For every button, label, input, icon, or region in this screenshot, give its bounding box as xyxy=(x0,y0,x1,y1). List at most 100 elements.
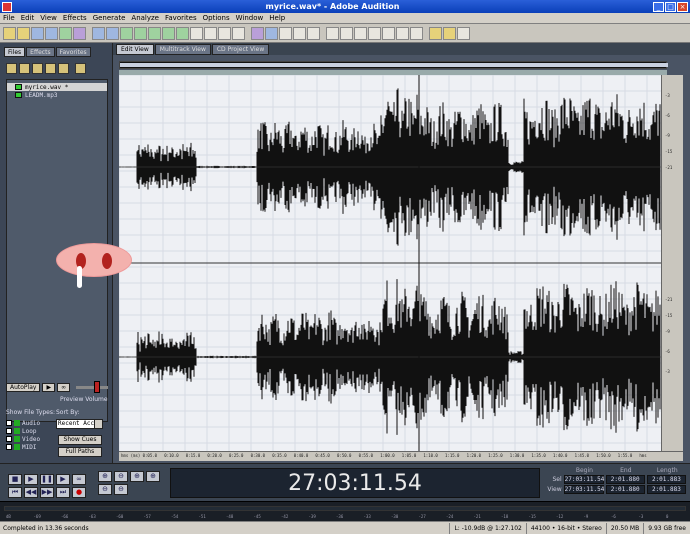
menu-generate[interactable]: Generate xyxy=(90,14,129,22)
loop-button[interactable]: ∞ xyxy=(72,474,86,485)
filetype-midi[interactable]: MIDI xyxy=(6,443,54,451)
edit-file-icon[interactable] xyxy=(32,63,43,74)
menu-effects[interactable]: Effects xyxy=(60,14,90,22)
layout-5-icon[interactable] xyxy=(382,26,395,40)
menu-window[interactable]: Window xyxy=(233,14,267,22)
options-icon[interactable] xyxy=(75,63,86,74)
trim-icon[interactable] xyxy=(190,26,203,40)
checkbox[interactable] xyxy=(6,428,12,434)
menu-analyze[interactable]: Analyze xyxy=(128,14,162,22)
overview-bar[interactable] xyxy=(119,61,668,69)
cd-icon[interactable] xyxy=(73,26,86,40)
import-icon[interactable] xyxy=(6,63,17,74)
menu-edit[interactable]: Edit xyxy=(18,14,38,22)
go-to-start-button[interactable]: ⏮ xyxy=(8,487,22,498)
layout-4-icon[interactable] xyxy=(368,26,381,40)
rewind-button[interactable]: ◀◀ xyxy=(24,487,38,498)
mix-paste-icon[interactable] xyxy=(176,26,189,40)
layout-1-icon[interactable] xyxy=(326,26,339,40)
scrub-icon[interactable] xyxy=(232,26,245,40)
checkbox[interactable] xyxy=(6,436,12,442)
list-item[interactable]: LEADM.mp3 xyxy=(7,91,107,99)
tab-cd-project-view[interactable]: CD Project View xyxy=(211,44,270,55)
sel-end-field[interactable]: 2:01.880 xyxy=(605,474,645,484)
close-button[interactable]: × xyxy=(677,1,688,12)
markers-icon[interactable] xyxy=(293,26,306,40)
tab-effects[interactable]: Effects xyxy=(26,47,55,57)
full-paths-button[interactable]: Full Paths xyxy=(58,447,102,457)
menu-favorites[interactable]: Favorites xyxy=(162,14,200,22)
tab-multitrack-view[interactable]: Multitrack View xyxy=(154,44,211,55)
sel-begin-field[interactable]: 27:03:11.54 xyxy=(563,474,604,484)
layout-3-icon[interactable] xyxy=(354,26,367,40)
info-icon[interactable] xyxy=(279,26,292,40)
open-icon[interactable] xyxy=(17,26,30,40)
view-end-field[interactable]: 2:01.880 xyxy=(605,484,645,494)
pause-button[interactable]: ❚❚ xyxy=(40,474,54,485)
overview-range[interactable] xyxy=(120,63,668,67)
loop-preview-button[interactable]: ∞ xyxy=(57,383,71,392)
multitrack-icon[interactable] xyxy=(59,26,72,40)
tab-files[interactable]: Files xyxy=(4,47,26,57)
zoom-in-vertical-icon[interactable]: ⊕ xyxy=(130,471,144,482)
redo-icon[interactable] xyxy=(106,26,119,40)
go-to-end-button[interactable]: ⏭ xyxy=(56,487,70,498)
tab-edit-view[interactable]: Edit View xyxy=(116,44,154,55)
menu-view[interactable]: View xyxy=(37,14,60,22)
zoom-out-full-icon[interactable]: ⊖ xyxy=(98,484,112,495)
minimize-button[interactable]: _ xyxy=(653,1,664,12)
list-item[interactable]: myrice.wav * xyxy=(7,83,107,91)
help-icon[interactable] xyxy=(457,26,470,40)
menu-file[interactable]: File xyxy=(0,14,18,22)
layout-7-icon[interactable] xyxy=(410,26,423,40)
filetype-loop[interactable]: Loop xyxy=(6,427,54,435)
zoom-in-selection-icon[interactable]: ⊕ xyxy=(146,471,160,482)
menu-help[interactable]: Help xyxy=(266,14,288,22)
view-begin-field[interactable]: 27:03:11.54 xyxy=(563,484,604,494)
folder-icon[interactable] xyxy=(3,26,16,40)
settings-icon[interactable] xyxy=(443,26,456,40)
filetype-video[interactable]: Video xyxy=(6,435,54,443)
view-length-field[interactable]: 2:01.883 xyxy=(646,484,686,494)
preview-volume-slider[interactable] xyxy=(76,381,108,393)
paste-new-icon[interactable] xyxy=(162,26,175,40)
slider-thumb[interactable] xyxy=(94,381,101,393)
metronome-icon[interactable] xyxy=(429,26,442,40)
spectral-icon[interactable] xyxy=(265,26,278,40)
delete-icon[interactable] xyxy=(204,26,217,40)
fast-forward-button[interactable]: ▶▶ xyxy=(40,487,54,498)
save-icon[interactable] xyxy=(31,26,44,40)
layout-2-icon[interactable] xyxy=(340,26,353,40)
play-to-end-button[interactable]: ▶ xyxy=(56,474,70,485)
record-button[interactable]: ● xyxy=(72,487,86,498)
autoplay-button[interactable]: AutoPlay xyxy=(6,383,41,392)
close-file-icon[interactable] xyxy=(19,63,30,74)
cut-icon[interactable] xyxy=(120,26,133,40)
play-button[interactable]: ▶ xyxy=(24,474,38,485)
save-all-icon[interactable] xyxy=(45,26,58,40)
select-icon[interactable] xyxy=(218,26,231,40)
maximize-button[interactable]: □ xyxy=(665,1,676,12)
copy-icon[interactable] xyxy=(134,26,147,40)
stop-button[interactable]: ■ xyxy=(8,474,22,485)
menu-options[interactable]: Options xyxy=(200,14,233,22)
layout-6-icon[interactable] xyxy=(396,26,409,40)
zoom-in-horizontal-icon[interactable]: ⊕ xyxy=(98,471,112,482)
effect-icon[interactable] xyxy=(251,26,264,40)
waveform-display[interactable] xyxy=(118,74,661,451)
show-cues-button[interactable]: Show Cues xyxy=(58,435,102,445)
zoom-out-horizontal-icon[interactable]: ⊖ xyxy=(114,471,128,482)
zoom-out-vertical-icon[interactable]: ⊖ xyxy=(114,484,128,495)
paste-icon[interactable] xyxy=(148,26,161,40)
filetype-audio[interactable]: Audio xyxy=(6,419,54,427)
insert-icon[interactable] xyxy=(45,63,56,74)
grid-icon[interactable] xyxy=(307,26,320,40)
tab-favorites[interactable]: Favorites xyxy=(55,47,91,57)
cd-insert-icon[interactable] xyxy=(58,63,69,74)
sort-by-select[interactable]: Recent Acc xyxy=(56,419,103,429)
checkbox[interactable] xyxy=(6,420,12,426)
waveform-svg[interactable] xyxy=(118,74,661,451)
checkbox[interactable] xyxy=(6,444,12,450)
chevron-down-icon[interactable] xyxy=(94,420,102,428)
sel-length-field[interactable]: 2:01.883 xyxy=(646,474,686,484)
